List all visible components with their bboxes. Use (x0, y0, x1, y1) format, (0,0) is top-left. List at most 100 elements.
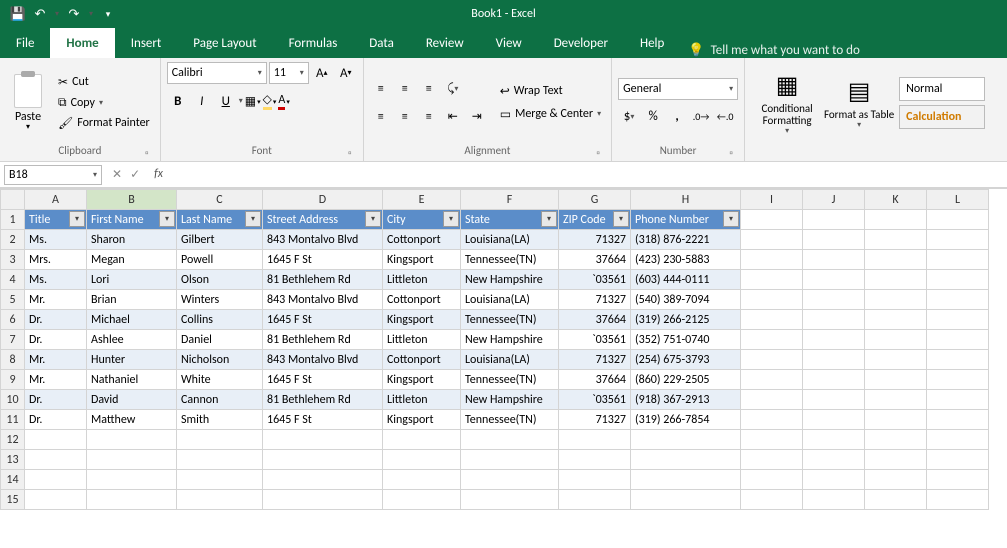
cell[interactable]: Gilbert (177, 230, 263, 250)
column-header[interactable]: D (263, 190, 383, 210)
align-top-button[interactable]: ≡ (370, 78, 392, 100)
row-header[interactable]: 6 (1, 310, 25, 330)
tell-me-search[interactable]: 💡Tell me what you want to do (688, 43, 860, 58)
cell[interactable]: 37664 (559, 370, 631, 390)
cell[interactable]: Nathaniel (87, 370, 177, 390)
tab-home[interactable]: Home (50, 28, 114, 58)
align-right-button[interactable]: ≡ (418, 106, 440, 128)
cell[interactable] (927, 430, 989, 450)
cell[interactable]: Hunter (87, 350, 177, 370)
cell[interactable]: (603) 444-0111 (631, 270, 741, 290)
cell[interactable] (461, 430, 559, 450)
cell[interactable]: Kingsport (383, 410, 461, 430)
underline-button[interactable]: U (215, 90, 237, 112)
cell[interactable] (803, 350, 865, 370)
cell[interactable]: Nicholson (177, 350, 263, 370)
cell[interactable]: Ashlee (87, 330, 177, 350)
paste-button[interactable]: Paste ▾ (6, 74, 50, 132)
align-middle-button[interactable]: ≡ (394, 78, 416, 100)
cell[interactable]: Megan (87, 250, 177, 270)
row-header[interactable]: 4 (1, 270, 25, 290)
cell[interactable] (927, 230, 989, 250)
border-button[interactable]: ▦▾ (245, 94, 261, 109)
cell[interactable] (741, 390, 803, 410)
tab-developer[interactable]: Developer (538, 28, 624, 58)
cell[interactable]: Dr. (25, 410, 87, 430)
bold-button[interactable]: B (167, 90, 189, 112)
format-painter-button[interactable]: 🖌 Format Painter (54, 114, 154, 133)
cell[interactable]: Dr. (25, 310, 87, 330)
cell[interactable]: 81 Bethlehem Rd (263, 390, 383, 410)
redo-dropdown-icon[interactable]: ▾ (86, 4, 96, 24)
merge-center-button[interactable]: ▭Merge & Center▾ (496, 105, 605, 124)
cell[interactable] (177, 470, 263, 490)
cell[interactable]: Louisiana(LA) (461, 350, 559, 370)
cell[interactable]: 843 Montalvo Blvd (263, 290, 383, 310)
cell[interactable] (741, 430, 803, 450)
cell[interactable] (927, 390, 989, 410)
increase-font-button[interactable]: A▴ (311, 62, 333, 84)
cell[interactable] (741, 230, 803, 250)
cell[interactable]: 843 Montalvo Blvd (263, 230, 383, 250)
cell[interactable]: Ms. (25, 230, 87, 250)
cell[interactable]: 1645 F St (263, 250, 383, 270)
cell[interactable]: 1645 F St (263, 410, 383, 430)
cell[interactable]: (318) 876-2221 (631, 230, 741, 250)
cell[interactable]: 843 Montalvo Blvd (263, 350, 383, 370)
cell[interactable]: Mr. (25, 370, 87, 390)
cell[interactable] (25, 450, 87, 470)
cell[interactable]: Mrs. (25, 250, 87, 270)
cell[interactable] (865, 330, 927, 350)
cell[interactable] (741, 210, 803, 230)
cell[interactable]: Cottonport (383, 290, 461, 310)
cell[interactable] (741, 370, 803, 390)
cell[interactable] (741, 290, 803, 310)
cell[interactable]: Smith (177, 410, 263, 430)
cell[interactable]: 81 Bethlehem Rd (263, 270, 383, 290)
cell[interactable] (803, 450, 865, 470)
cell[interactable] (865, 370, 927, 390)
cell[interactable] (927, 350, 989, 370)
cell[interactable] (461, 470, 559, 490)
paste-dropdown-icon[interactable]: ▾ (26, 122, 30, 132)
column-header[interactable]: J (803, 190, 865, 210)
column-header[interactable]: K (865, 190, 927, 210)
cell[interactable] (631, 470, 741, 490)
cell[interactable] (631, 430, 741, 450)
cell[interactable] (741, 350, 803, 370)
cell[interactable]: (860) 229-2505 (631, 370, 741, 390)
cell[interactable] (803, 230, 865, 250)
align-center-button[interactable]: ≡ (394, 106, 416, 128)
cell[interactable] (927, 370, 989, 390)
decrease-indent-button[interactable]: ⇤ (442, 106, 464, 128)
insert-function-icon[interactable]: fx (154, 167, 163, 182)
column-header[interactable]: G (559, 190, 631, 210)
cell[interactable]: (423) 230-5883 (631, 250, 741, 270)
cell[interactable]: 37664 (559, 250, 631, 270)
cell[interactable]: 1645 F St (263, 370, 383, 390)
cell[interactable]: Winters (177, 290, 263, 310)
cell[interactable] (927, 410, 989, 430)
cell[interactable] (87, 450, 177, 470)
cell[interactable] (927, 330, 989, 350)
cell[interactable] (803, 430, 865, 450)
cell[interactable] (803, 250, 865, 270)
cancel-formula-icon[interactable]: ✕ (112, 167, 122, 182)
cell[interactable] (741, 410, 803, 430)
redo-icon[interactable]: ↷ (64, 4, 84, 24)
cell[interactable] (741, 490, 803, 510)
cut-button[interactable]: ✂ Cut (54, 73, 154, 92)
underline-dropdown-icon[interactable]: ▾ (239, 96, 243, 106)
cell[interactable]: Sharon (87, 230, 177, 250)
cell[interactable] (461, 490, 559, 510)
filter-dropdown-icon[interactable]: ▾ (365, 211, 381, 227)
cell[interactable]: New Hampshire (461, 270, 559, 290)
tab-page-layout[interactable]: Page Layout (177, 28, 272, 58)
font-size-select[interactable]: 11▾ (269, 62, 309, 84)
row-header[interactable]: 13 (1, 450, 25, 470)
cell[interactable] (865, 290, 927, 310)
cell[interactable]: Dr. (25, 390, 87, 410)
cell[interactable] (87, 490, 177, 510)
conditional-formatting-button[interactable]: ▦ Conditional Formatting ▾ (751, 69, 823, 136)
cell[interactable]: Mr. (25, 350, 87, 370)
